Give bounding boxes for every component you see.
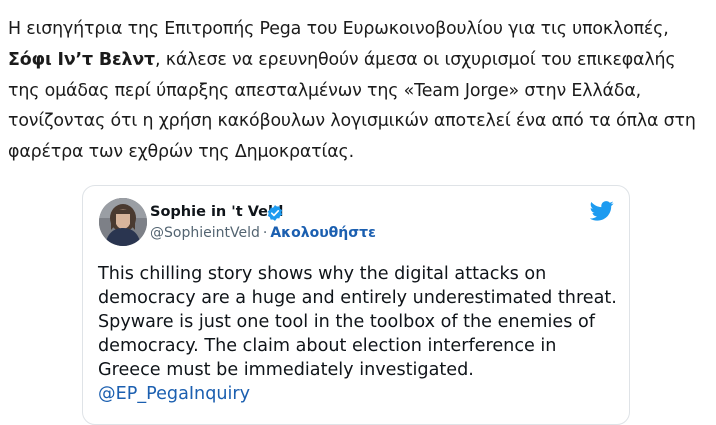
author-handle[interactable]: @SophieintVeld [150, 225, 260, 241]
handle-row: @SophieintVeld · Ακολουθήστε [150, 225, 376, 241]
tweet-text-line: democracy. The claim about election inte… [98, 336, 557, 356]
article-paragraph: Η εισηγήτρια της Επιτροπής Pega του Ευρω… [8, 14, 708, 168]
embedded-tweet-card[interactable]: Sophie in 't Veld @SophieintVeld · Ακολουθ… [82, 185, 630, 425]
verified-badge-icon [267, 205, 283, 221]
article-line: τονίζοντας ότι η χρήση κακόβουλων λογισμ… [8, 111, 696, 132]
article-line: της ομάδας περί ύπαρξης απεσταλμένων της… [8, 80, 642, 101]
follow-button[interactable]: Ακολουθήστε [270, 225, 376, 241]
tweet-text-line: democracy are a huge and entirely undere… [98, 288, 617, 308]
separator-dot: · [262, 225, 268, 241]
mention-link[interactable]: @EP_PegaInquiry [98, 382, 250, 406]
tweet-text-line: Spyware is just one tool in the toolbox … [98, 312, 595, 332]
article-line: Η εισηγήτρια της Επιτροπής Pega του Ευρω… [8, 19, 669, 39]
avatar[interactable] [99, 198, 147, 246]
tweet-text-line: This chilling story shows why the digita… [98, 264, 547, 284]
tweet-text: This chilling story shows why the digita… [98, 262, 623, 382]
tweet-text-line: Greece must be immediately investigated. [98, 360, 474, 380]
article-line-rest: , κάλεσε να ερευνηθούν άμεσα οι ισχυρισμ… [154, 49, 676, 70]
article-line: φαρέτρα των εχθρών της Δημοκρατίας. [8, 142, 354, 163]
author-name[interactable]: Sophie in 't Veld [150, 204, 283, 220]
article-bold-name: Σόφι Ιν’τ Βελντ [8, 49, 155, 70]
article-line: Σόφι Ιν’τ Βελντ, κάλεσε να ερευνηθούν άμ… [8, 45, 708, 76]
twitter-bird-icon[interactable] [590, 201, 614, 221]
avatar-image [99, 198, 147, 246]
